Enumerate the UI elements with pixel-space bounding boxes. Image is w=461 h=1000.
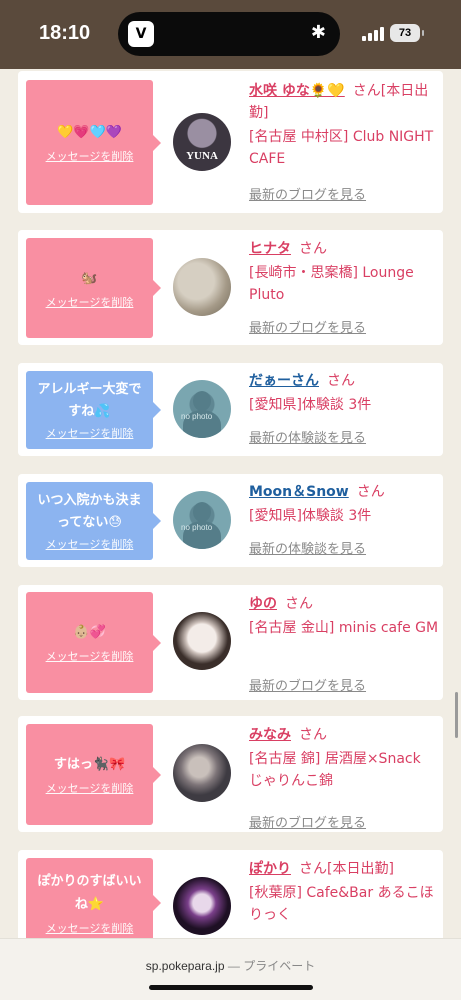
review-count: [愛知県]体験談 3件 (249, 508, 372, 524)
message-card: アレルギー大変ですね💦 メッセージを削除 no photo だぁーさん さん [愛… (18, 363, 443, 456)
delete-message-link[interactable]: メッセージを削除 (46, 425, 134, 441)
message-bubble: アレルギー大変ですね💦 メッセージを削除 (26, 371, 161, 449)
browser-url-bar[interactable]: sp.pokepara.jp — プライベート (0, 938, 461, 1000)
cast-name-link[interactable]: 水咲 ゆな🌻💛 (249, 83, 345, 99)
avatar[interactable] (173, 744, 231, 802)
card-info: みなみ さん [名古屋 錦] 居酒屋×Snack じゃりんこ錦 最新のブログを見る (249, 724, 439, 831)
latest-review-link[interactable]: 最新の体験談を見る (249, 427, 366, 446)
message-bubble: ぽかりのすばいいね⭐️ メッセージを削除 (26, 858, 161, 948)
message-text: すはっ🐈‍⬛🎀 (53, 757, 126, 772)
message-card: 💛💗🩵💜 メッセージを削除 YUNA 水咲 ゆな🌻💛 さん[本日出勤] [名古屋 … (18, 71, 443, 213)
cast-name-link[interactable]: みなみ (249, 727, 291, 743)
message-bubble: 🐿️ メッセージを削除 (26, 238, 161, 338)
message-bubble: 👶🏼💞 メッセージを削除 (26, 592, 161, 693)
status-time: 18:10 (39, 22, 91, 44)
avatar[interactable] (173, 877, 231, 935)
review-count: [愛知県]体験談 3件 (249, 397, 372, 413)
message-text: ぽかりのすばいいね⭐️ (37, 874, 142, 912)
card-info: だぁーさん さん [愛知県]体験談 3件 最新の体験談を見る (249, 370, 439, 446)
delete-message-link[interactable]: メッセージを削除 (46, 148, 134, 164)
delete-message-link[interactable]: メッセージを削除 (46, 536, 134, 552)
message-bubble: いつ入院かも決まってない😓 メッセージを削除 (26, 482, 161, 560)
avatar-text: no photo (181, 412, 213, 421)
message-text: アレルギー大変ですね💦 (37, 382, 142, 419)
message-bubble: すはっ🐈‍⬛🎀 メッセージを削除 (26, 724, 161, 825)
delete-message-link[interactable]: メッセージを削除 (46, 294, 134, 310)
message-card: 👶🏼💞 メッセージを削除 ゆの さん [名古屋 金山] minis cafe GM… (18, 585, 443, 700)
url-domain: sp.pokepara.jp (145, 959, 225, 973)
reviewer-name-link[interactable]: Moon＆Snow (249, 484, 349, 500)
shop-name: [名古屋 金山] minis cafe GM (249, 620, 439, 636)
shop-name: [秋葉原] Cafe&Bar あるこほりっく (249, 885, 434, 923)
latest-blog-link[interactable]: 最新のブログを見る (249, 675, 366, 694)
app-badge-icon: V (128, 21, 154, 47)
url-text[interactable]: sp.pokepara.jp — プライベート (0, 957, 461, 974)
message-text: 💛💗🩵💜 (57, 125, 122, 140)
message-text: 👶🏼💞 (73, 625, 106, 640)
message-text: 🐿️ (81, 270, 98, 286)
dynamic-island: V ✱ (118, 12, 340, 56)
cellular-signal-icon (362, 27, 384, 41)
delete-message-link[interactable]: メッセージを削除 (46, 920, 134, 936)
bluetooth-icon: ✱ (310, 22, 326, 43)
avatar[interactable] (173, 612, 231, 670)
cast-name-link[interactable]: ぽかり (249, 861, 291, 877)
reviewer-name-link[interactable]: だぁーさん (249, 373, 319, 389)
latest-review-link[interactable]: 最新の体験談を見る (249, 538, 366, 557)
avatar[interactable] (173, 258, 231, 316)
avatar[interactable]: YUNA (173, 113, 231, 171)
latest-blog-link[interactable]: 最新のブログを見る (249, 812, 366, 831)
card-info: ゆの さん [名古屋 金山] minis cafe GM 最新のブログを見る (249, 593, 439, 694)
no-photo-avatar[interactable]: no photo (173, 380, 231, 438)
card-info: 水咲 ゆな🌻💛 さん[本日出勤] [名古屋 中村区] Club NIGHT CAF… (249, 80, 439, 203)
honorific: さん (299, 241, 327, 257)
shop-name: [名古屋 錦] 居酒屋×Snack じゃりんこ錦 (249, 751, 421, 789)
delete-message-link[interactable]: メッセージを削除 (46, 780, 134, 796)
avatar-text: YUNA (186, 150, 218, 162)
cast-name-link[interactable]: ヒナタ (249, 241, 291, 257)
honorific: さん (327, 373, 355, 389)
honorific: さん (285, 596, 313, 612)
card-info: ヒナタ さん [長崎市・思案橋] Lounge Pluto 最新のブログを見る (249, 238, 439, 336)
avatar-text: no photo (181, 523, 213, 532)
scrollbar[interactable] (455, 692, 458, 738)
message-card: ぽかりのすばいいね⭐️ メッセージを削除 ぽかり さん[本日出勤] [秋葉原] C… (18, 850, 443, 950)
card-info: Moon＆Snow さん [愛知県]体験談 3件 最新の体験談を見る (249, 481, 439, 557)
honorific: さん (356, 484, 385, 500)
private-mode-label: プライベート (243, 959, 316, 973)
home-indicator[interactable] (149, 985, 313, 990)
message-card: すはっ🐈‍⬛🎀 メッセージを削除 みなみ さん [名古屋 錦] 居酒屋×Snack… (18, 716, 443, 832)
cast-name-link[interactable]: ゆの (249, 596, 277, 612)
shop-name: [名古屋 中村区] Club NIGHT CAFE (249, 129, 434, 167)
delete-message-link[interactable]: メッセージを削除 (46, 648, 134, 664)
no-photo-avatar[interactable]: no photo (173, 491, 231, 549)
message-text: いつ入院かも決まってない😓 (37, 493, 142, 530)
card-info: ぽかり さん[本日出勤] [秋葉原] Cafe&Bar あるこほりっく (249, 858, 439, 926)
shop-name: [長崎市・思案橋] Lounge Pluto (249, 265, 414, 303)
battery-icon: 73 (390, 24, 424, 42)
message-card: 🐿️ メッセージを削除 ヒナタ さん [長崎市・思案橋] Lounge Pluto… (18, 230, 443, 345)
latest-blog-link[interactable]: 最新のブログを見る (249, 184, 366, 203)
url-separator: — (224, 959, 244, 973)
honorific: さん[本日出勤] (299, 861, 394, 877)
message-bubble: 💛💗🩵💜 メッセージを削除 (26, 80, 161, 205)
latest-blog-link[interactable]: 最新のブログを見る (249, 317, 366, 336)
status-bar: 18:10 V ✱ 73 (0, 0, 461, 69)
message-card: いつ入院かも決まってない😓 メッセージを削除 no photo Moon＆Sno… (18, 474, 443, 567)
honorific: さん (299, 727, 327, 743)
